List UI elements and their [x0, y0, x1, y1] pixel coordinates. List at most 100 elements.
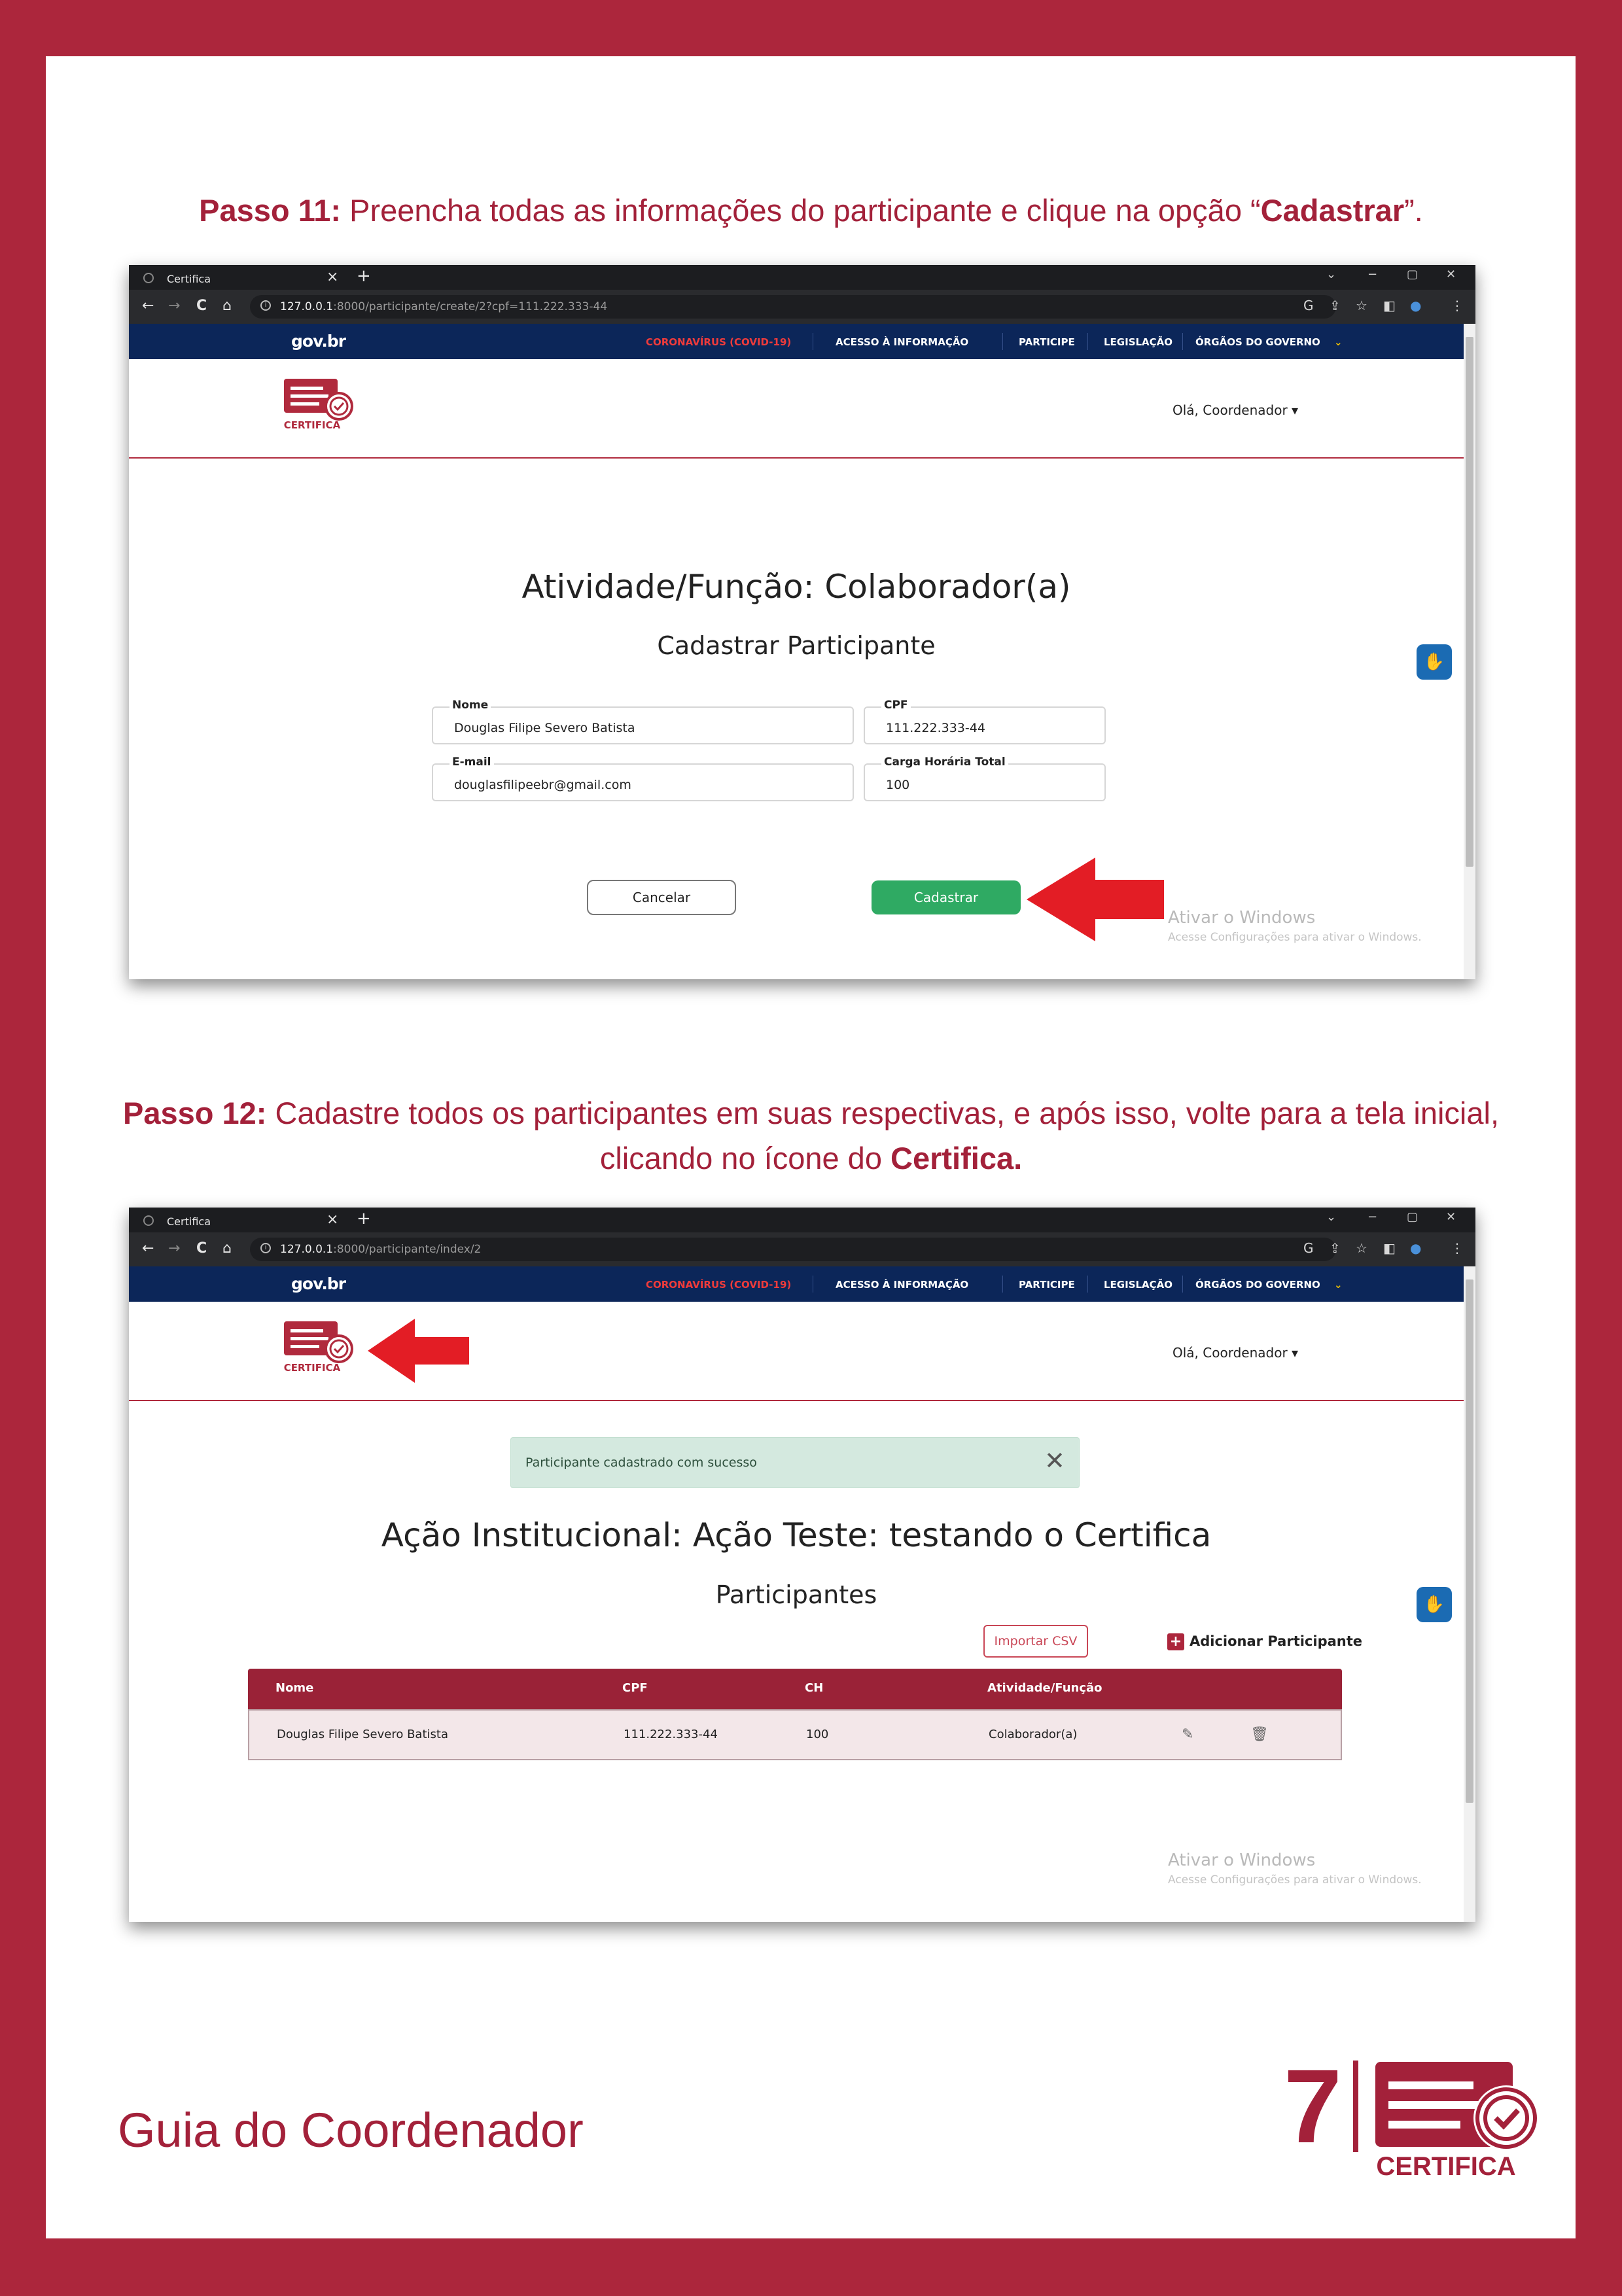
step-11-label: Passo 11:	[199, 193, 342, 228]
reload-icon[interactable]: C	[196, 1240, 207, 1257]
scrollbar[interactable]	[1464, 1266, 1475, 1922]
profile-avatar[interactable]: ●	[1410, 298, 1421, 313]
tab-title: Certifica	[167, 273, 211, 285]
site-info-icon[interactable]: i	[260, 1243, 271, 1253]
new-tab-button[interactable]: +	[357, 1209, 371, 1228]
gov-separator	[1182, 1276, 1183, 1293]
google-icon[interactable]: G	[1303, 298, 1314, 313]
bookmark-star-icon[interactable]: ☆	[1356, 298, 1367, 313]
gov-link-acesso[interactable]: ACESSO À INFORMAÇÃO	[836, 1279, 968, 1291]
vlibras-accessibility-icon[interactable]: ✋	[1417, 1587, 1452, 1622]
share-icon[interactable]: ⇪	[1330, 298, 1341, 313]
add-participant-button[interactable]: + Adicionar Participante	[1167, 1633, 1362, 1650]
scrollbar[interactable]	[1464, 324, 1475, 979]
chevron-down-icon[interactable]: ⌄	[1334, 336, 1343, 348]
user-menu[interactable]: Olá, Coordenador ▾	[1172, 402, 1298, 418]
close-tab-icon[interactable]: ×	[326, 1211, 338, 1228]
gov-link-participe[interactable]: PARTICIPE	[1019, 1279, 1075, 1291]
column-header-funcao: Atividade/Função	[987, 1681, 1102, 1695]
globe-icon	[143, 273, 154, 283]
bookmark-star-icon[interactable]: ☆	[1356, 1240, 1367, 1256]
page-title: Ação Institucional: Ação Teste: testando…	[381, 1516, 1212, 1554]
gov-separator	[1002, 1276, 1003, 1293]
side-panel-icon[interactable]: ◧	[1383, 298, 1396, 313]
gov-separator	[1087, 1276, 1088, 1293]
column-header-ch: CH	[805, 1681, 824, 1695]
tab-search-icon[interactable]: ⌄	[1326, 1210, 1336, 1224]
address-bar[interactable]: i 127.0.0.1:8000/participante/index/2	[250, 1238, 1336, 1261]
step-11-text-b: ”.	[1404, 193, 1423, 228]
gov-link-acesso[interactable]: ACESSO À INFORMAÇÃO	[836, 336, 968, 348]
back-icon[interactable]: ←	[142, 1240, 154, 1257]
address-bar[interactable]: i 127.0.0.1:8000/participante/create/2?c…	[250, 295, 1336, 319]
gov-logo[interactable]: gov.br	[291, 332, 346, 351]
maximize-button[interactable]: ▢	[1407, 1210, 1418, 1224]
certifica-logo[interactable]: CERTIFICA	[283, 377, 355, 434]
gov-link-legislacao[interactable]: LEGISLAÇÃO	[1104, 1279, 1172, 1291]
minimize-button[interactable]: −	[1367, 1210, 1377, 1224]
scroll-thumb[interactable]	[1466, 1279, 1473, 1803]
gov-link-covid[interactable]: CORONAVÍRUS (COVID-19)	[646, 1279, 791, 1291]
back-icon[interactable]: ←	[142, 298, 154, 314]
close-window-button[interactable]: ✕	[1446, 1210, 1456, 1224]
screenshot-participantes: Certifica × + ⌄ − ▢ ✕ ← → C ⌂ i 127.0.0.…	[129, 1208, 1475, 1922]
browser-tab[interactable]: Certifica ×	[143, 269, 346, 290]
close-window-button[interactable]: ✕	[1446, 268, 1456, 281]
browser-tab[interactable]: Certifica ×	[143, 1211, 346, 1232]
trash-icon[interactable]: 🗑	[1250, 1726, 1269, 1743]
forward-icon[interactable]: →	[168, 1240, 180, 1257]
step-11-instruction: Passo 11: Preencha todas as informações …	[0, 188, 1622, 233]
browser-tab-strip: Certifica × + ⌄ − ▢ ✕	[129, 1208, 1475, 1232]
tab-title: Certifica	[167, 1215, 211, 1228]
table-header: Nome CPF CH Atividade/Função	[248, 1669, 1342, 1709]
certifica-logo[interactable]: CERTIFICA	[283, 1320, 355, 1376]
tab-search-icon[interactable]: ⌄	[1326, 268, 1336, 281]
vlibras-accessibility-icon[interactable]: ✋	[1417, 644, 1452, 680]
cadastrar-button[interactable]: Cadastrar	[872, 880, 1021, 914]
gov-bar: gov.br CORONAVÍRUS (COVID-19) ACESSO À I…	[129, 1266, 1464, 1302]
step-12-text-b: clicando no ícone do	[599, 1141, 891, 1175]
site-header: CERTIFICA Olá, Coordenador ▾	[129, 359, 1464, 459]
chevron-down-icon[interactable]: ⌄	[1334, 1279, 1343, 1291]
step-12-text-a: Cadastre todos os participantes em suas …	[266, 1096, 1500, 1130]
menu-kebab-icon[interactable]: ⋮	[1451, 298, 1464, 313]
close-tab-icon[interactable]: ×	[326, 269, 338, 285]
menu-kebab-icon[interactable]: ⋮	[1451, 1240, 1464, 1256]
cpf-field[interactable]: 111.222.333-44	[864, 706, 1106, 744]
gov-separator	[1087, 333, 1088, 350]
screenshot-cadastrar: Certifica × + ⌄ − ▢ ✕ ← → C ⌂ i 127.0.0.…	[129, 265, 1475, 979]
home-icon[interactable]: ⌂	[222, 1240, 232, 1257]
profile-avatar[interactable]: ●	[1410, 1240, 1421, 1256]
user-menu[interactable]: Olá, Coordenador ▾	[1172, 1345, 1298, 1361]
gov-link-orgaos[interactable]: ÓRGÃOS DO GOVERNO	[1195, 1279, 1320, 1291]
gov-link-covid[interactable]: CORONAVÍRUS (COVID-19)	[646, 336, 791, 348]
site-info-icon[interactable]: i	[260, 300, 271, 311]
reload-icon[interactable]: C	[196, 298, 207, 314]
gov-link-participe[interactable]: PARTICIPE	[1019, 336, 1075, 348]
windows-activation-subtitle: Acesse Configurações para ativar o Windo…	[1168, 931, 1422, 944]
gov-logo[interactable]: gov.br	[291, 1274, 346, 1293]
email-field[interactable]: douglasfilipeebr@gmail.com	[432, 763, 854, 801]
footer-logo-text: CERTIFICA	[1376, 2152, 1516, 2181]
certifica-footer-logo	[1375, 2062, 1539, 2151]
cancel-button[interactable]: Cancelar	[587, 880, 736, 915]
minimize-button[interactable]: −	[1367, 268, 1377, 281]
page-number-divider	[1353, 2061, 1358, 2152]
gov-link-orgaos[interactable]: ÓRGÃOS DO GOVERNO	[1195, 336, 1320, 348]
gov-link-legislacao[interactable]: LEGISLAÇÃO	[1104, 336, 1172, 348]
scroll-thumb[interactable]	[1466, 337, 1473, 867]
home-icon[interactable]: ⌂	[222, 298, 232, 314]
cell-ch: 100	[806, 1728, 829, 1741]
new-tab-button[interactable]: +	[357, 266, 371, 286]
carga-horaria-field[interactable]: 100	[864, 763, 1106, 801]
share-icon[interactable]: ⇪	[1330, 1240, 1341, 1256]
google-icon[interactable]: G	[1303, 1240, 1314, 1256]
import-csv-button[interactable]: Importar CSV	[983, 1625, 1088, 1658]
maximize-button[interactable]: ▢	[1407, 268, 1418, 281]
close-icon[interactable]: ✕	[1044, 1444, 1065, 1477]
forward-icon[interactable]: →	[168, 298, 180, 314]
logo-text: CERTIFICA	[283, 419, 341, 431]
side-panel-icon[interactable]: ◧	[1383, 1240, 1396, 1256]
edit-pencil-icon[interactable]: ✎	[1182, 1726, 1193, 1743]
nome-field[interactable]: Douglas Filipe Severo Batista	[432, 706, 854, 744]
